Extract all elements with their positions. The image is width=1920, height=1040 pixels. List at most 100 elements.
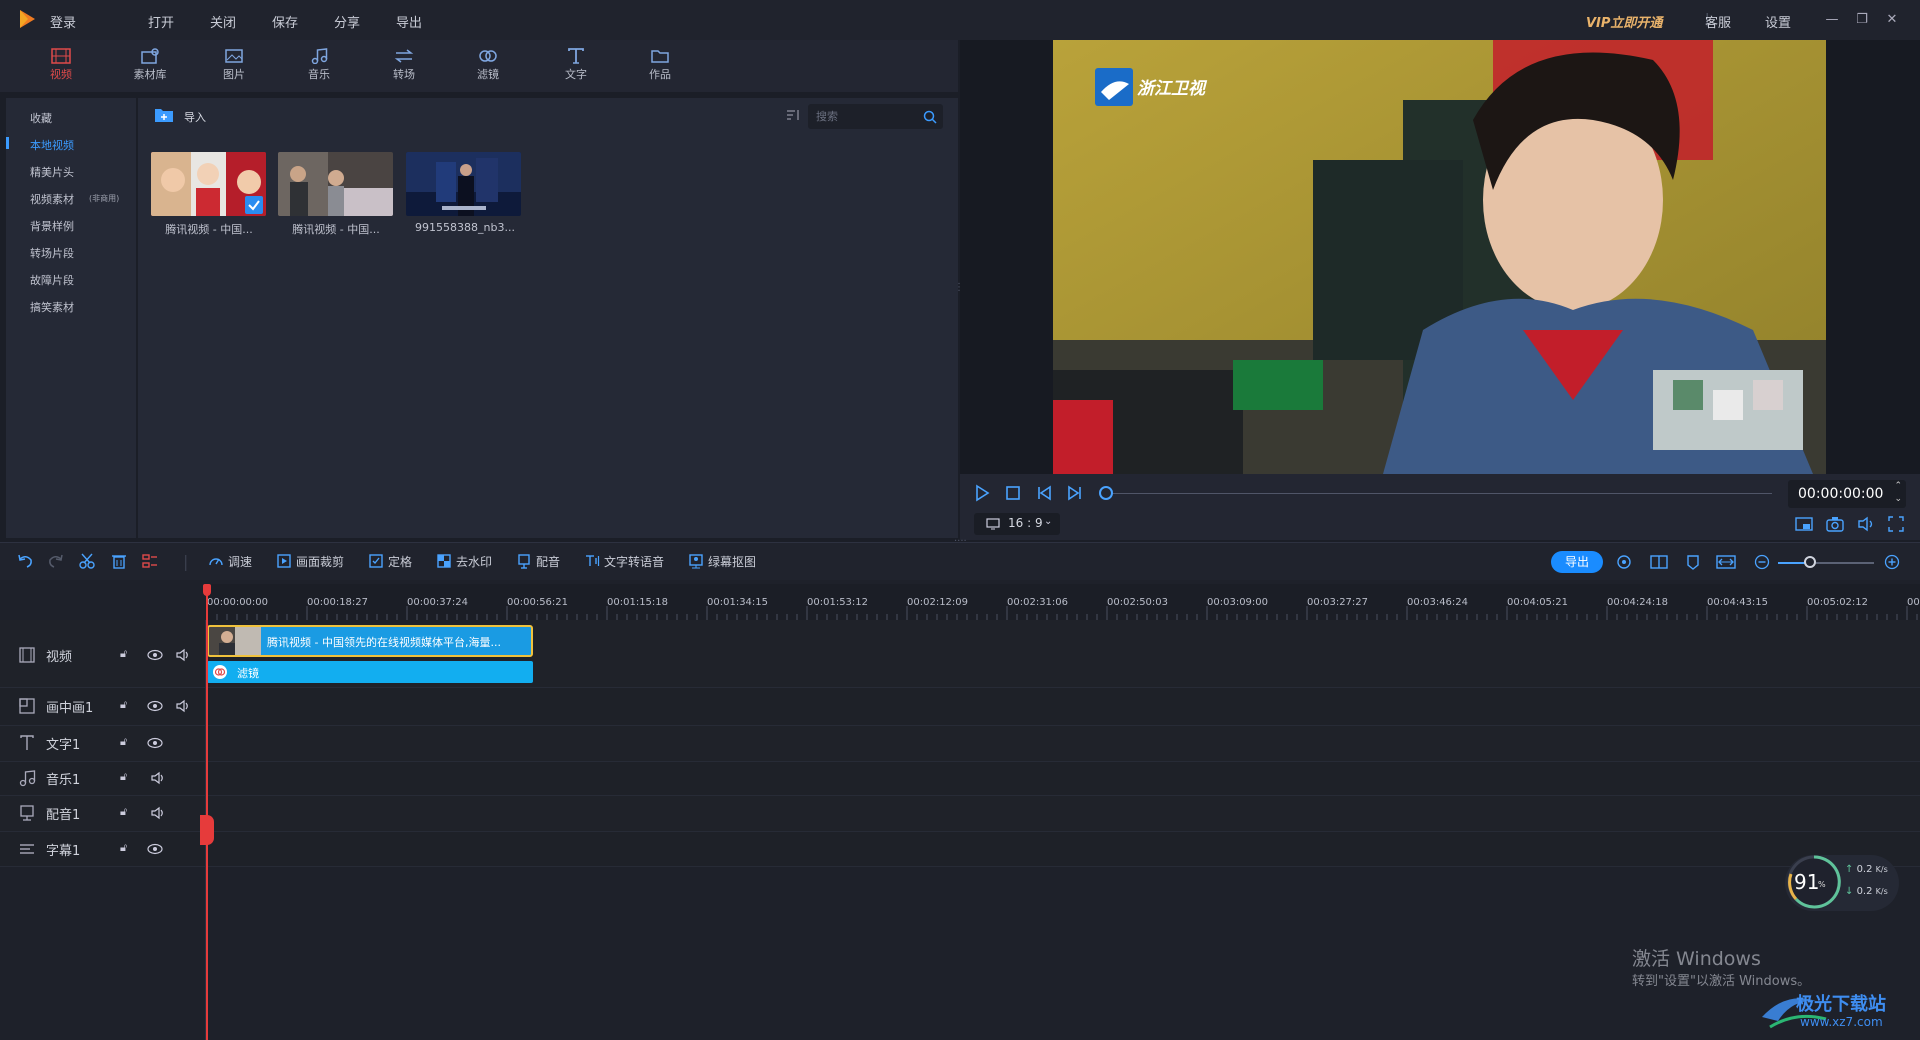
import-icon[interactable] (154, 107, 174, 123)
speaker-icon[interactable] (150, 770, 166, 786)
lock-icon[interactable]: 🔓︎ (120, 698, 136, 714)
library-icon (141, 48, 159, 64)
media-thumbnail[interactable] (406, 152, 521, 216)
remove-watermark-button[interactable]: 去水印 (437, 553, 492, 570)
ruler-tick-label: 00:03:27:27 (1307, 597, 1369, 608)
playhead[interactable] (206, 584, 208, 1040)
dubbing-button[interactable]: 配音 (518, 553, 561, 570)
menu-close[interactable]: 关闭 (210, 12, 236, 31)
redo-icon[interactable] (47, 552, 65, 570)
tab-transition[interactable]: 转场 (374, 48, 434, 88)
render-settings-icon[interactable] (1616, 554, 1632, 570)
playback-progress-knob[interactable] (1099, 486, 1113, 500)
search-icon[interactable] (923, 110, 937, 124)
sidebar-item-video-assets[interactable]: 视频素材 (30, 191, 74, 207)
lock-icon[interactable]: 🔓︎ (120, 841, 136, 857)
dubbing-label: 配音 (536, 555, 561, 569)
eye-icon[interactable] (147, 698, 163, 714)
tab-label: 音乐 (308, 68, 330, 81)
tab-music[interactable]: 音乐 (289, 48, 349, 88)
filter-clip[interactable]: 滤镜 (207, 661, 533, 683)
playhead-handle[interactable] (203, 584, 211, 596)
eye-icon[interactable] (147, 647, 163, 663)
export-button[interactable]: 导出 (1551, 551, 1603, 573)
timecode-stepper-icon[interactable]: ⌃ ⌄ (1894, 480, 1902, 506)
vip-button[interactable]: VIP立即开通 (1586, 12, 1662, 31)
speaker-icon[interactable] (150, 805, 166, 821)
media-thumbnail[interactable] (151, 152, 266, 216)
search-input[interactable] (816, 108, 916, 125)
menu-open[interactable]: 打开 (148, 12, 174, 31)
video-clip[interactable]: 腾讯视频 - 中国领先的在线视频媒体平台,海量... (207, 625, 533, 657)
eye-icon[interactable] (147, 841, 163, 857)
tab-video[interactable]: 视频 (31, 48, 91, 88)
screenshot-icon[interactable] (1826, 516, 1844, 532)
fit-timeline-icon[interactable] (1716, 554, 1736, 570)
lock-icon[interactable]: 🔓︎ (120, 770, 136, 786)
ruler-tick-label: 00:04:05:21 (1507, 597, 1569, 608)
sidebar-item-favorites[interactable]: 收藏 (30, 110, 52, 126)
aspect-ratio-select[interactable]: 16 : 9 ⌄ (974, 513, 1060, 535)
menu-export[interactable]: 导出 (396, 12, 422, 31)
delete-icon[interactable] (110, 552, 128, 570)
tab-works[interactable]: 作品 (630, 48, 690, 88)
video-preview[interactable]: 浙江卫视 (1053, 40, 1826, 474)
download-arrow-icon: ↓ (1845, 886, 1857, 897)
tab-label: 转场 (393, 68, 415, 81)
green-screen-button[interactable]: 绿幕抠图 (689, 553, 756, 570)
speaker-icon[interactable] (175, 698, 191, 714)
split-view-icon[interactable] (1650, 554, 1668, 570)
minimize-icon[interactable]: — (1822, 10, 1842, 30)
timecode-field[interactable]: 00:00:00:00 ⌃ ⌄ (1788, 480, 1906, 508)
zoom-out-icon[interactable] (1754, 554, 1770, 570)
selected-check-icon[interactable] (245, 196, 263, 214)
lock-icon[interactable]: 🔓︎ (120, 735, 136, 751)
close-icon[interactable]: ✕ (1882, 10, 1902, 30)
pip-view-icon[interactable] (1795, 516, 1813, 532)
playhead-drag-tab[interactable] (200, 815, 214, 845)
volume-icon[interactable] (1857, 516, 1875, 532)
marker-icon[interactable] (1685, 554, 1701, 570)
tab-library[interactable]: 素材库 (120, 48, 180, 88)
zoom-in-icon[interactable] (1884, 554, 1900, 570)
tab-text[interactable]: 文字 (546, 48, 606, 88)
sidebar-item-backgrounds[interactable]: 背景样例 (30, 218, 74, 234)
track-name-pip: 画中画1 (46, 701, 94, 716)
ruler-tick-label: 00:03:46:24 (1407, 597, 1469, 608)
media-thumbnail[interactable] (278, 152, 393, 216)
tab-image[interactable]: 图片 (204, 48, 264, 88)
settings-link[interactable]: 设置 (1765, 12, 1791, 31)
sort-icon[interactable] (786, 108, 800, 122)
cut-icon[interactable] (78, 552, 96, 570)
sidebar-item-local-video[interactable]: 本地视频 (30, 137, 74, 153)
sidebar-item-intros[interactable]: 精美片头 (30, 164, 74, 180)
sidebar-item-funny-assets[interactable]: 搞笑素材 (30, 299, 74, 315)
eye-icon[interactable] (147, 735, 163, 751)
sidebar-item-transition-clips[interactable]: 转场片段 (30, 245, 74, 261)
import-button[interactable]: 导入 (184, 109, 206, 125)
split-icon[interactable] (141, 552, 159, 570)
freeze-frame-button[interactable]: 定格 (369, 553, 412, 570)
tab-filter[interactable]: 滤镜 (458, 48, 518, 88)
next-frame-icon[interactable] (1066, 484, 1084, 502)
speaker-icon[interactable] (175, 647, 191, 663)
film-icon (19, 647, 35, 663)
stop-icon[interactable] (1004, 484, 1022, 502)
sidebar-item-glitch-clips[interactable]: 故障片段 (30, 272, 74, 288)
menu-share[interactable]: 分享 (334, 12, 360, 31)
login-link[interactable]: 登录 (50, 12, 76, 31)
speed-button[interactable]: 调速 (209, 553, 252, 570)
play-icon[interactable] (973, 484, 991, 502)
crop-button[interactable]: 画面裁剪 (277, 553, 344, 570)
prev-frame-icon[interactable] (1035, 484, 1053, 502)
undo-icon[interactable] (16, 552, 34, 570)
fullscreen-icon[interactable] (1888, 516, 1904, 532)
zoom-slider-knob[interactable] (1804, 556, 1816, 568)
restore-icon[interactable]: ❐ (1852, 10, 1872, 30)
customer-service-link[interactable]: 客服 (1705, 12, 1731, 31)
text-to-speech-button[interactable]: 文字转语音 (586, 553, 664, 570)
menu-save[interactable]: 保存 (272, 12, 298, 31)
lock-icon[interactable]: 🔓︎ (120, 805, 136, 821)
playback-progress-track[interactable] (1110, 493, 1772, 494)
lock-icon[interactable]: 🔓︎ (120, 647, 136, 663)
